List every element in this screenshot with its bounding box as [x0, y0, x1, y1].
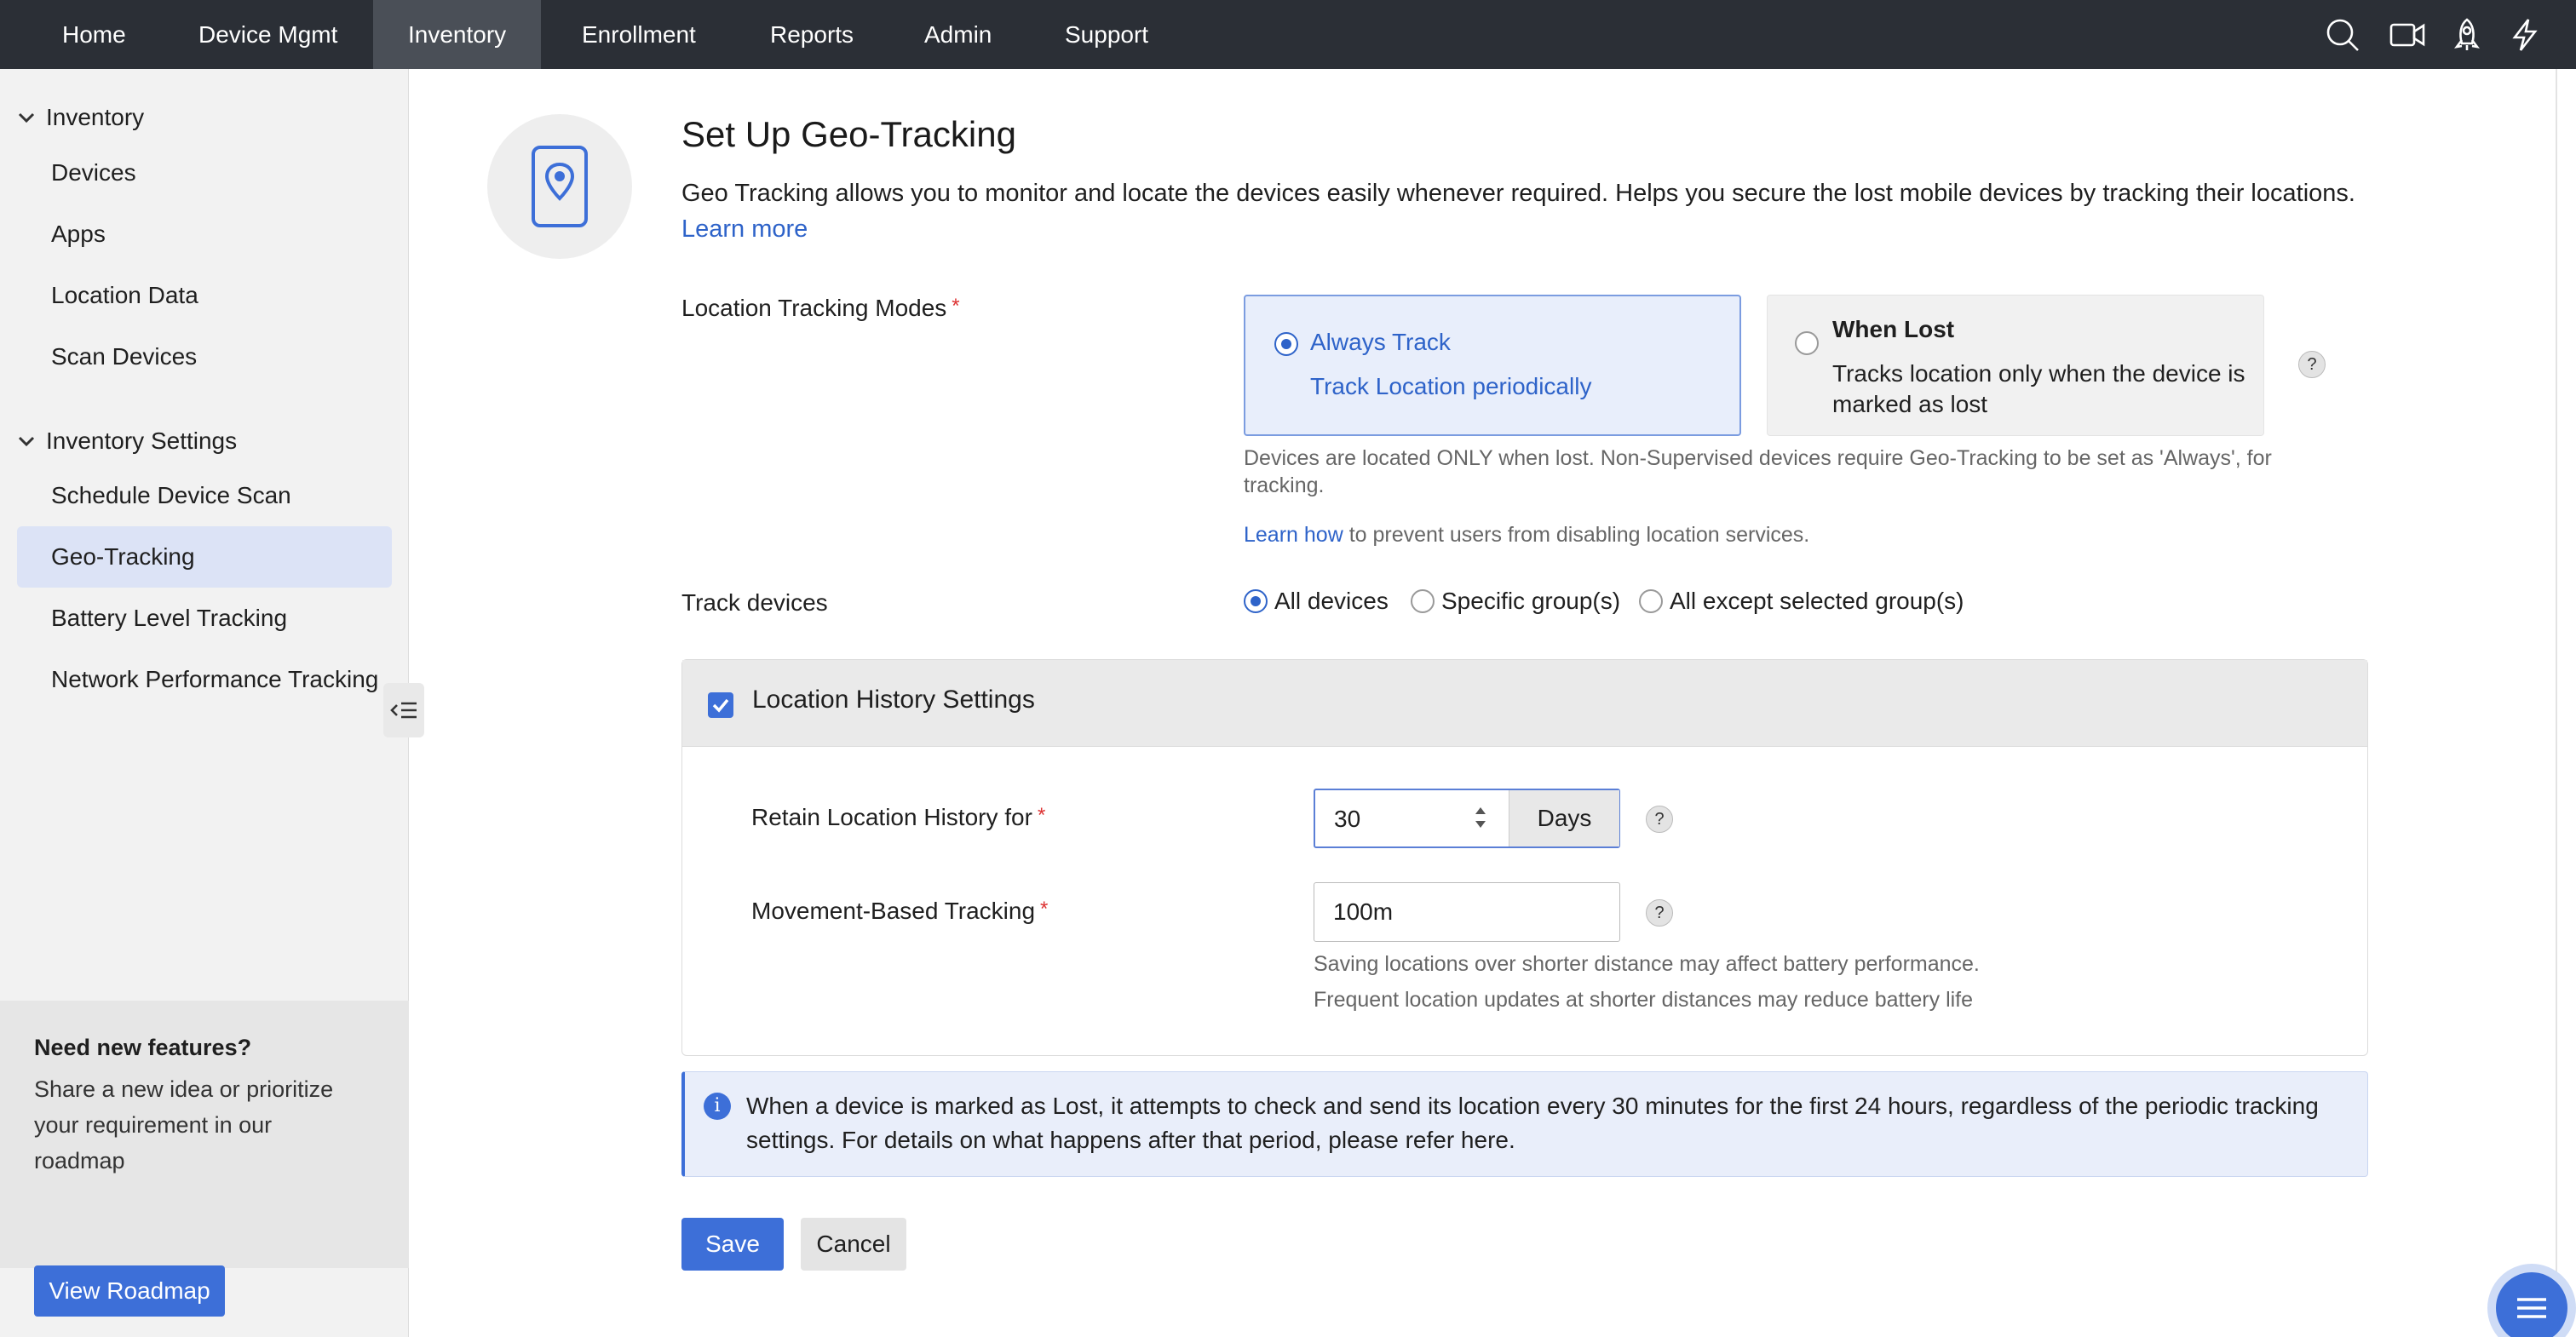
- when-lost-note: Devices are located ONLY when lost. Non-…: [1244, 446, 2272, 497]
- movement-tracking-input[interactable]: 100m: [1314, 882, 1620, 942]
- mode-card-when-lost[interactable]: When Lost Tracks location only when the …: [1767, 295, 2264, 436]
- track-option-specific-groups[interactable]: Specific group(s): [1411, 588, 1620, 615]
- lost-device-info-banner: i When a device is marked as Lost, it at…: [681, 1071, 2368, 1177]
- track-option-all-except[interactable]: All except selected group(s): [1639, 588, 1964, 615]
- when-lost-title: When Lost: [1832, 316, 1955, 342]
- required-marker: *: [952, 295, 960, 318]
- all-devices-radio[interactable]: [1244, 589, 1268, 613]
- required-marker: *: [1040, 898, 1049, 921]
- nav-home[interactable]: Home: [27, 0, 161, 69]
- top-navigation-bar: Home Device Mgmt Inventory Enrollment Re…: [0, 0, 2576, 69]
- video-icon[interactable]: [2389, 16, 2426, 54]
- view-roadmap-button[interactable]: View Roadmap: [34, 1265, 225, 1317]
- always-track-radio[interactable]: [1274, 332, 1298, 356]
- checkmark-icon: [712, 698, 729, 713]
- all-except-radio[interactable]: [1639, 589, 1663, 613]
- specific-groups-label: Specific group(s): [1441, 588, 1621, 614]
- info-icon: i: [704, 1093, 731, 1120]
- learn-how-text: to prevent users from disabling location…: [1348, 523, 1810, 547]
- help-icon[interactable]: ?: [2298, 351, 2326, 378]
- sidebar-item-schedule-device-scan[interactable]: Schedule Device Scan: [17, 465, 392, 526]
- sidebar-group-inventory[interactable]: Inventory: [17, 104, 144, 131]
- location-history-title: Location History Settings: [752, 686, 1035, 714]
- nav-admin[interactable]: Admin: [889, 0, 1026, 69]
- tracking-modes-text: Location Tracking Modes: [681, 295, 947, 321]
- sidebar-item-scan-devices[interactable]: Scan Devices: [17, 326, 392, 387]
- learn-how-link[interactable]: Learn how: [1244, 523, 1343, 547]
- sidebar-item-location-data[interactable]: Location Data: [17, 265, 392, 326]
- nav-device-mgmt[interactable]: Device Mgmt: [164, 0, 372, 69]
- page-title: Set Up Geo-Tracking: [681, 114, 1016, 154]
- page-description: Geo Tracking allows you to monitor and l…: [681, 175, 2385, 247]
- movement-tracking-text: Movement-Based Tracking: [751, 898, 1036, 924]
- scrollbar-track: [2556, 69, 2557, 1337]
- nav-inventory[interactable]: Inventory: [373, 0, 542, 69]
- track-devices-label: Track devices: [681, 589, 828, 616]
- when-lost-subtitle: Tracks location only when the device is …: [1832, 360, 2245, 417]
- tracking-modes-label: Location Tracking Modes *: [681, 295, 960, 322]
- help-icon[interactable]: ?: [1646, 806, 1673, 833]
- nav-reports[interactable]: Reports: [735, 0, 888, 69]
- collapse-sidebar-button[interactable]: [383, 683, 424, 737]
- cancel-button[interactable]: Cancel: [801, 1218, 906, 1271]
- all-devices-label: All devices: [1274, 588, 1389, 614]
- lightning-icon[interactable]: [2506, 16, 2544, 54]
- sidebar-item-apps[interactable]: Apps: [17, 204, 392, 265]
- sidebar-group-label: Inventory Settings: [46, 427, 238, 454]
- search-icon[interactable]: [2324, 16, 2361, 54]
- learn-how-note: Learn how to prevent users from disablin…: [1244, 521, 2300, 548]
- sidebar-group-label: Inventory: [46, 104, 145, 130]
- movement-note-1: Saving locations over shorter distance m…: [1314, 952, 1980, 976]
- number-stepper[interactable]: [1469, 802, 1492, 833]
- required-marker: *: [1037, 804, 1046, 827]
- learn-more-link[interactable]: Learn more: [681, 215, 808, 243]
- nav-support[interactable]: Support: [1030, 0, 1183, 69]
- chat-button-core: [2496, 1272, 2567, 1337]
- track-option-all-devices[interactable]: All devices: [1244, 588, 1389, 615]
- sidebar-item-geo-tracking[interactable]: Geo-Tracking: [17, 526, 392, 588]
- collapse-menu-icon: [390, 702, 417, 719]
- chat-menu-button[interactable]: [2487, 1264, 2576, 1337]
- sidebar-item-battery-level-tracking[interactable]: Battery Level Tracking: [17, 588, 392, 649]
- rocket-icon[interactable]: [2448, 16, 2486, 54]
- movement-note-2: Frequent location updates at shorter dis…: [1314, 988, 1974, 1012]
- chevron-down-icon: [18, 436, 35, 447]
- retain-history-text: Retain Location History for: [751, 804, 1032, 830]
- chevron-down-icon: [18, 112, 35, 123]
- sidebar-item-network-performance-tracking[interactable]: Network Performance Tracking: [17, 649, 392, 710]
- location-history-checkbox[interactable]: [708, 692, 733, 718]
- retain-unit-addon: Days: [1509, 790, 1619, 846]
- help-icon[interactable]: ?: [1646, 899, 1673, 927]
- movement-tracking-label: Movement-Based Tracking *: [751, 898, 1048, 925]
- specific-groups-radio[interactable]: [1411, 589, 1435, 613]
- always-track-title: Always Track: [1310, 329, 1451, 355]
- feature-description: Share a new idea or prioritize your requ…: [34, 1076, 334, 1173]
- location-pin-icon: [532, 146, 588, 227]
- always-track-subtitle: Track Location periodically: [1310, 373, 1592, 399]
- save-button[interactable]: Save: [681, 1218, 784, 1271]
- movement-tracking-value: 100m: [1333, 898, 1394, 925]
- feature-title: Need new features?: [34, 1035, 252, 1060]
- mode-card-always-track[interactable]: Always Track Track Location periodically: [1244, 295, 1741, 436]
- all-except-label: All except selected group(s): [1670, 588, 1964, 614]
- geo-tracking-illustration: [487, 114, 632, 259]
- sidebar-group-inventory-settings[interactable]: Inventory Settings: [17, 427, 237, 455]
- location-history-header: Location History Settings: [682, 660, 2367, 747]
- stepper-arrows-icon: [1475, 807, 1486, 828]
- nav-enrollment[interactable]: Enrollment: [547, 0, 731, 69]
- description-text: Geo Tracking allows you to monitor and l…: [681, 180, 2355, 207]
- when-lost-radio[interactable]: [1795, 331, 1819, 355]
- retain-history-label: Retain Location History for *: [751, 804, 1045, 831]
- sidebar-item-devices[interactable]: Devices: [17, 142, 392, 204]
- feature-request-panel: Need new features? Share a new idea or p…: [0, 1001, 409, 1268]
- info-text: When a device is marked as Lost, it atte…: [746, 1093, 2319, 1153]
- hamburger-menu-icon: [2517, 1298, 2546, 1318]
- retain-history-value: 30: [1334, 806, 1361, 832]
